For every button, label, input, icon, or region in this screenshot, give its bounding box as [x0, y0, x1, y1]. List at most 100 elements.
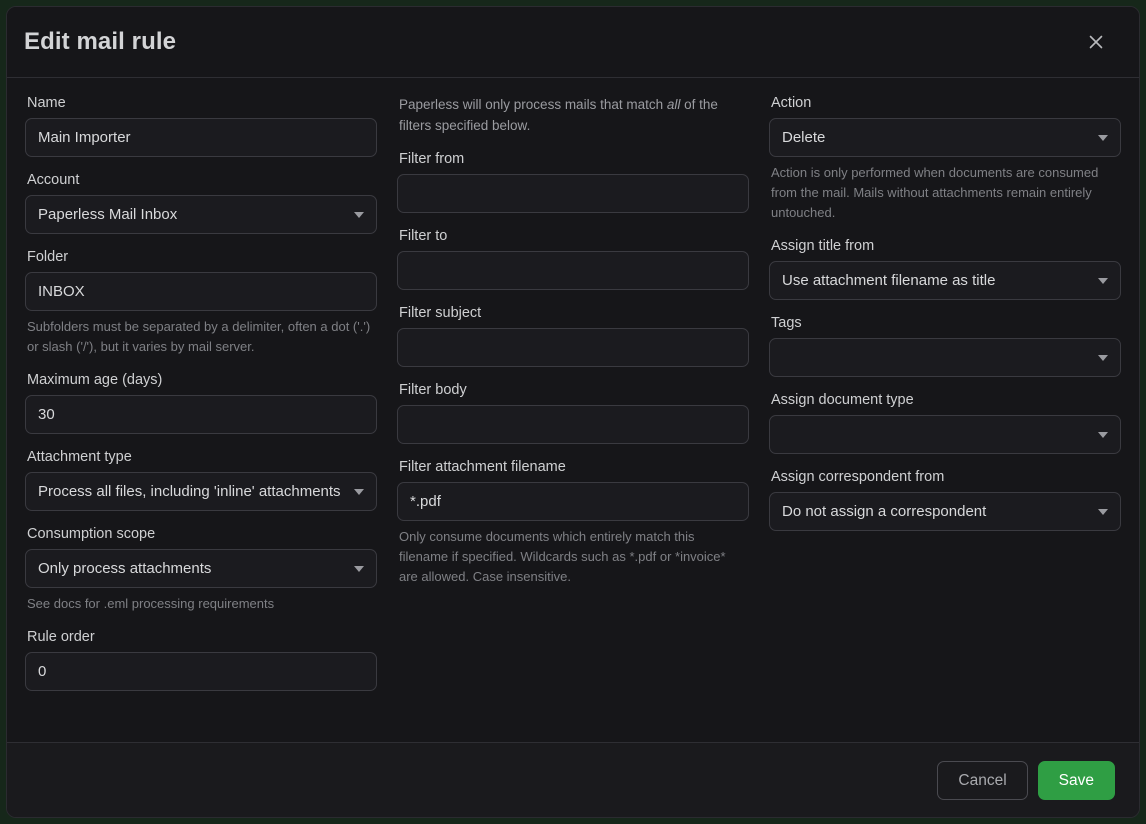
field-rule-order: Rule order 0 — [25, 628, 377, 691]
chevron-down-icon — [1098, 354, 1108, 361]
label-assign-document-type: Assign document type — [771, 392, 914, 408]
save-button[interactable]: Save — [1037, 760, 1115, 800]
field-assign-correspondent-from: Assign correspondent from Do not assign … — [769, 468, 1121, 531]
field-name: Name Main Importer — [25, 94, 377, 157]
chevron-down-icon — [1098, 431, 1108, 438]
page-title: Edit mail rule — [24, 28, 177, 55]
chevron-down-icon — [1098, 508, 1108, 515]
field-assign-title-from: Assign title from Use attachment filenam… — [769, 237, 1121, 300]
field-account: Account Paperless Mail Inbox — [25, 171, 377, 234]
label-assign-correspondent-from: Assign correspondent from — [771, 469, 945, 485]
filter-from-input[interactable] — [397, 174, 749, 213]
name-input[interactable]: Main Importer — [25, 118, 377, 157]
folder-input-value: INBOX — [38, 283, 85, 300]
column-filters: Paperless will only process mails that m… — [387, 94, 759, 587]
label-assign-title-from: Assign title from — [771, 238, 875, 254]
modal-header: Edit mail rule — [7, 7, 1139, 78]
cancel-button[interactable]: Cancel — [937, 760, 1028, 800]
filters-intro-emphasis: all — [666, 97, 681, 112]
label-account: Account — [27, 172, 80, 188]
filter-body-input[interactable] — [397, 405, 749, 444]
field-attachment-type: Attachment type Process all files, inclu… — [25, 448, 377, 511]
folder-hint: Subfolders must be separated by a delimi… — [27, 319, 371, 354]
label-maximum-age: Maximum age (days) — [27, 372, 163, 388]
close-button[interactable] — [1079, 25, 1113, 59]
folder-input[interactable]: INBOX — [25, 272, 377, 311]
modal-footer: Cancel Save — [7, 742, 1139, 817]
label-consumption-scope: Consumption scope — [27, 526, 156, 542]
label-filter-from: Filter from — [399, 151, 465, 167]
filter-attachment-filename-hint: Only consume documents which entirely ma… — [399, 529, 726, 584]
close-icon — [1086, 32, 1106, 52]
rule-order-input-value: 0 — [38, 663, 47, 680]
filter-attachment-filename-input[interactable]: *.pdf — [397, 482, 749, 521]
filters-intro-before: Paperless will only process mails that m… — [399, 97, 667, 112]
tags-select[interactable] — [769, 338, 1121, 377]
attachment-type-select[interactable]: Process all files, including 'inline' at… — [25, 472, 377, 511]
column-rule-settings: Name Main Importer Account Paperless Mai… — [15, 94, 387, 691]
chevron-down-icon — [1098, 277, 1108, 284]
rule-order-input[interactable]: 0 — [25, 652, 377, 691]
label-filter-to: Filter to — [399, 228, 448, 244]
field-folder: Folder INBOX Subfolders must be separate… — [25, 248, 377, 357]
column-actions: Action Delete Action is only performed w… — [759, 94, 1131, 531]
name-input-value: Main Importer — [38, 129, 131, 146]
field-filter-subject: Filter subject — [397, 304, 749, 367]
action-hint: Action is only performed when documents … — [771, 165, 1099, 220]
label-filter-body: Filter body — [399, 382, 467, 398]
chevron-down-icon — [354, 565, 364, 572]
field-filter-from: Filter from — [397, 150, 749, 213]
maximum-age-input-value: 30 — [38, 406, 55, 423]
action-select[interactable]: Delete — [769, 118, 1121, 157]
attachment-type-select-value: Process all files, including 'inline' at… — [38, 483, 341, 500]
filters-intro-text: Paperless will only process mails that m… — [399, 94, 747, 136]
field-filter-body: Filter body — [397, 381, 749, 444]
consumption-scope-hint: See docs for .eml processing requirement… — [27, 596, 275, 611]
assign-title-from-select[interactable]: Use attachment filename as title — [769, 261, 1121, 300]
filter-subject-input[interactable] — [397, 328, 749, 367]
assign-correspondent-from-select-value: Do not assign a correspondent — [782, 503, 987, 520]
edit-mail-rule-modal: Edit mail rule Name Main Importer Accoun… — [6, 6, 1140, 818]
maximum-age-input[interactable]: 30 — [25, 395, 377, 434]
consumption-scope-select[interactable]: Only process attachments — [25, 549, 377, 588]
assign-correspondent-from-select[interactable]: Do not assign a correspondent — [769, 492, 1121, 531]
account-select-value: Paperless Mail Inbox — [38, 206, 178, 223]
filter-to-input[interactable] — [397, 251, 749, 290]
field-tags: Tags — [769, 314, 1121, 377]
chevron-down-icon — [354, 211, 364, 218]
assign-title-from-select-value: Use attachment filename as title — [782, 272, 996, 289]
label-action: Action — [771, 95, 812, 111]
label-tags: Tags — [771, 315, 802, 331]
chevron-down-icon — [354, 488, 364, 495]
field-filter-to: Filter to — [397, 227, 749, 290]
label-rule-order: Rule order — [27, 629, 95, 645]
field-action: Action Delete Action is only performed w… — [769, 94, 1121, 223]
account-select[interactable]: Paperless Mail Inbox — [25, 195, 377, 234]
chevron-down-icon — [1098, 134, 1108, 141]
label-name: Name — [27, 95, 66, 111]
filter-attachment-filename-input-value: *.pdf — [410, 493, 441, 510]
field-maximum-age: Maximum age (days) 30 — [25, 371, 377, 434]
assign-document-type-select[interactable] — [769, 415, 1121, 454]
label-attachment-type: Attachment type — [27, 449, 132, 465]
field-filter-attachment-filename: Filter attachment filename *.pdf Only co… — [397, 458, 749, 587]
field-assign-document-type: Assign document type — [769, 391, 1121, 454]
label-filter-subject: Filter subject — [399, 305, 482, 321]
label-filter-attachment-filename: Filter attachment filename — [399, 459, 566, 475]
consumption-scope-select-value: Only process attachments — [38, 560, 212, 577]
field-consumption-scope: Consumption scope Only process attachmen… — [25, 525, 377, 614]
